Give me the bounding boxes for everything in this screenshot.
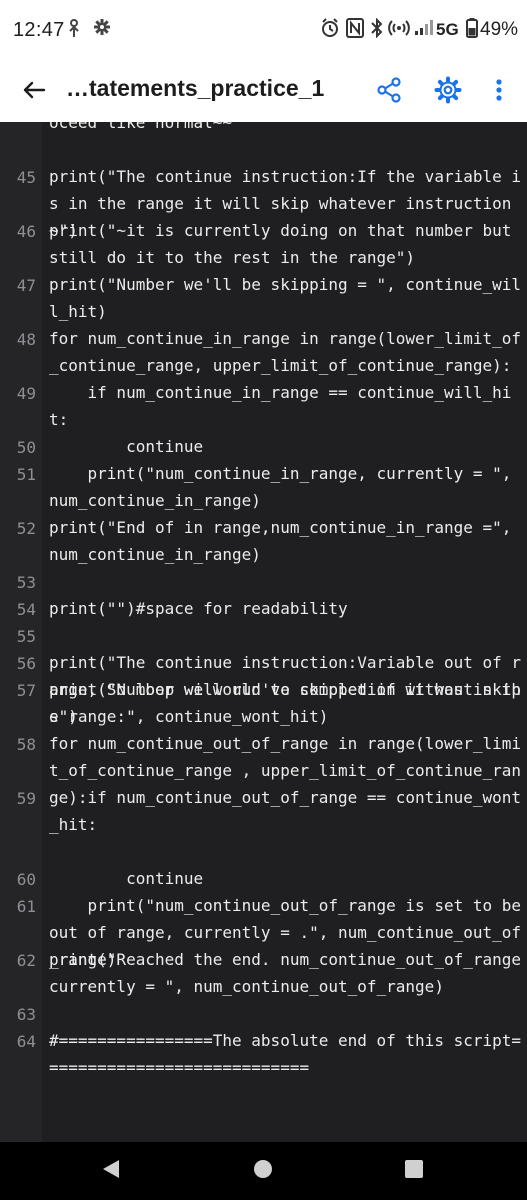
code-text: continue	[49, 869, 204, 888]
code-text: print("Number we'll be skipping = ", con…	[49, 275, 522, 321]
line-number: 64	[16, 1032, 36, 1051]
line-number: 50	[16, 438, 36, 457]
status-bar: 12:47 5G 49%	[0, 0, 527, 62]
battery-icon	[466, 18, 478, 44]
square-recents-icon	[404, 1159, 424, 1184]
settings-gear-status-icon	[93, 18, 111, 42]
code-editor[interactable]: oceed like normal~~ 45 print("The continue…	[0, 122, 527, 1142]
signal-icon	[414, 18, 434, 42]
code-text: print("num_continue_in_range, currently …	[49, 464, 522, 510]
file-title: …tatements_practice_1	[66, 75, 325, 101]
line-number: 59	[16, 789, 36, 808]
triangle-back-icon	[101, 1158, 121, 1185]
line-number: 58	[16, 735, 36, 754]
code-text: #================The absolute end of thi…	[49, 1031, 522, 1077]
code-text: print("Reached the end. num_continue_out…	[49, 950, 522, 996]
line-number: 47	[16, 276, 36, 295]
line-number: 52	[16, 519, 36, 538]
code-text: print("End of in range,num_continue_in_r…	[49, 518, 522, 564]
code-text: oceed like normal~~	[49, 122, 233, 132]
nfc-icon	[346, 18, 364, 44]
back-button[interactable]	[16, 74, 52, 110]
line-number: 57	[16, 681, 36, 700]
code-text: print("~it is currently doing on that nu…	[49, 221, 522, 267]
share-icon	[376, 76, 402, 108]
line-number: 49	[16, 384, 36, 403]
code-text: for num_continue_in_range in range(lower…	[49, 329, 522, 375]
circle-home-icon	[253, 1159, 273, 1184]
line-number: 54	[16, 600, 36, 619]
settings-button[interactable]	[430, 74, 466, 110]
navigation-bar	[0, 1142, 527, 1200]
code-text: if num_continue_out_of_range == continue…	[49, 788, 522, 834]
line-number: 48	[16, 330, 36, 349]
gear-icon	[434, 76, 462, 109]
hotspot-icon	[388, 18, 410, 44]
code-text: print("Number we would've skipped if it …	[49, 680, 522, 726]
share-button[interactable]	[371, 74, 407, 110]
code-text: print("")#space for readability	[49, 599, 348, 618]
alarm-icon	[320, 18, 340, 44]
notification-icon	[66, 18, 82, 46]
line-number: 62	[16, 951, 36, 970]
line-number: 53	[16, 573, 36, 592]
code-text: if num_continue_in_range == continue_wil…	[49, 383, 512, 429]
nav-home-button[interactable]	[245, 1153, 281, 1189]
status-time: 12:47	[13, 19, 65, 41]
bluetooth-icon	[370, 17, 384, 44]
nav-back-button[interactable]	[93, 1153, 129, 1189]
app-bar: …tatements_practice_1	[0, 62, 527, 123]
line-number: 46	[16, 222, 36, 241]
network-type: 5G	[436, 20, 459, 39]
line-number: 63	[16, 1005, 36, 1024]
line-number: 45	[16, 168, 36, 187]
nav-recents-button[interactable]	[396, 1153, 432, 1189]
line-number: 55	[16, 627, 36, 646]
line-number: 61	[16, 897, 36, 916]
code-text: continue	[49, 437, 204, 456]
more-vert-icon	[495, 78, 503, 107]
line-number: 60	[16, 870, 36, 889]
more-options-button[interactable]	[481, 74, 517, 110]
back-arrow-icon	[22, 80, 46, 105]
line-number: 56	[16, 654, 36, 673]
battery-percent: 49%	[480, 19, 519, 40]
line-number: 51	[16, 465, 36, 484]
